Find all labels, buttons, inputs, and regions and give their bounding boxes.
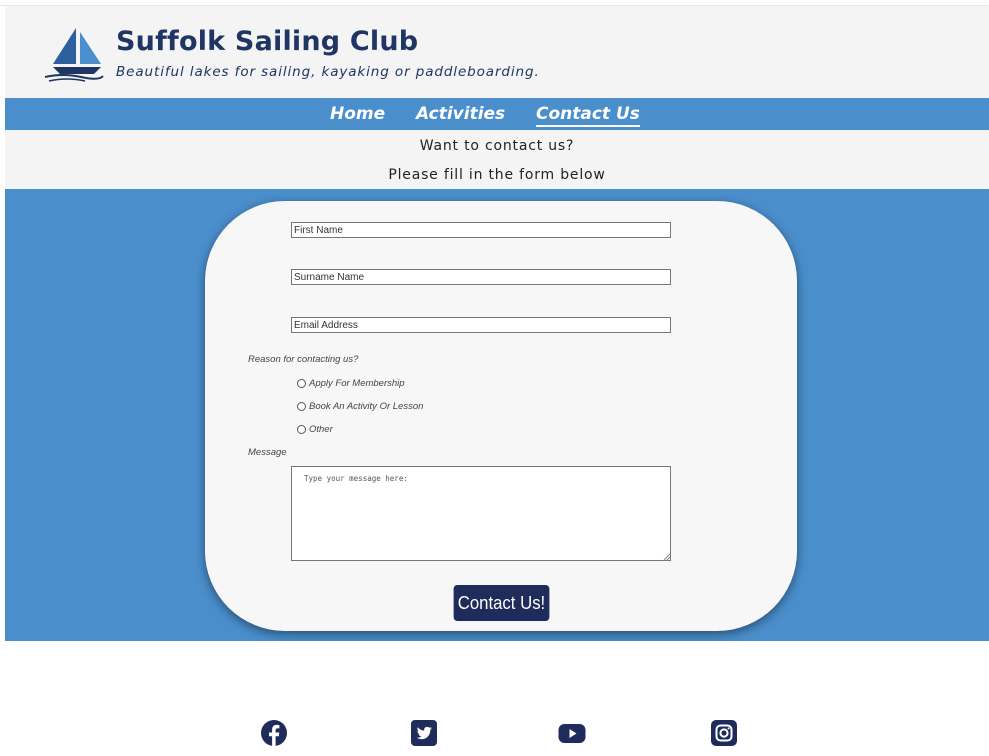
radio-label: Book An Activity Or Lesson: [309, 400, 424, 412]
main-nav: Home Activities Contact Us: [5, 98, 989, 130]
reason-option-other[interactable]: Other: [297, 422, 333, 436]
radio-label: Apply For Membership: [309, 377, 405, 389]
intro-heading: Want to contact us?: [419, 138, 575, 154]
email-input[interactable]: [291, 317, 671, 333]
twitter-icon[interactable]: [410, 719, 438, 747]
first-name-input[interactable]: [291, 222, 671, 238]
radio-button[interactable]: [297, 378, 306, 388]
radio-button[interactable]: [297, 424, 306, 434]
reason-label: Reason for contacting us?: [248, 354, 359, 365]
reason-option-activity[interactable]: Book An Activity Or Lesson: [297, 399, 423, 413]
site-tagline: Beautiful lakes for sailing, kayaking or…: [116, 64, 540, 80]
nav-activities-link[interactable]: Activities: [416, 104, 505, 124]
sailboat-icon[interactable]: [43, 24, 105, 82]
site-header: Suffolk Sailing Club Beautiful lakes for…: [5, 6, 989, 98]
site-footer: [5, 641, 989, 756]
intro-subheading: Please fill in the form below: [388, 167, 606, 183]
nav-home-link[interactable]: Home: [330, 104, 385, 124]
contact-form: Reason for contacting us? Apply For Memb…: [205, 201, 797, 631]
radio-button[interactable]: [297, 401, 306, 411]
resize-grip-icon[interactable]: [663, 553, 670, 560]
youtube-icon[interactable]: [558, 719, 586, 747]
facebook-icon[interactable]: [260, 719, 288, 747]
contact-intro: Want to contact us? Please fill in the f…: [5, 130, 989, 189]
radio-label: Other: [309, 423, 333, 435]
contact-submit-button[interactable]: Contact Us!: [453, 585, 550, 621]
nav-contact-us-link[interactable]: Contact Us: [536, 104, 640, 127]
message-textarea[interactable]: [291, 466, 671, 561]
surname-input[interactable]: [291, 269, 671, 285]
instagram-icon[interactable]: [710, 719, 738, 747]
form-section: Reason for contacting us? Apply For Memb…: [5, 189, 989, 641]
message-label: Message: [248, 447, 287, 458]
reason-option-membership[interactable]: Apply For Membership: [297, 376, 405, 390]
site-title: Suffolk Sailing Club: [116, 26, 419, 57]
